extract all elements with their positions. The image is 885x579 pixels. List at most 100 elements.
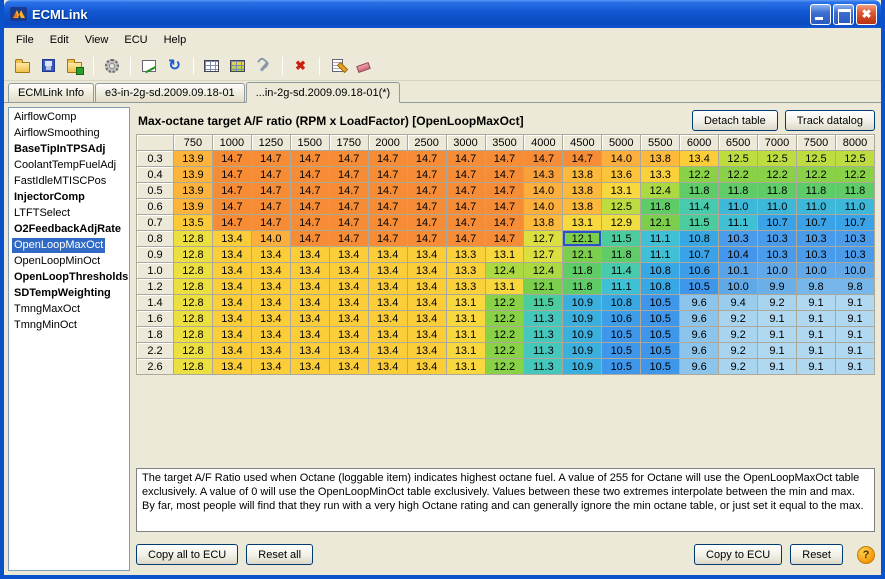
afr-cell[interactable]: 9.1 [835, 295, 874, 311]
afr-cell[interactable]: 13.1 [446, 343, 485, 359]
afr-cell[interactable]: 13.1 [446, 311, 485, 327]
afr-cell[interactable]: 11.8 [680, 183, 719, 199]
afr-cell[interactable]: 9.1 [835, 359, 874, 375]
afr-cell[interactable]: 9.8 [797, 279, 836, 295]
sidebar-item-coolanttempfueladj[interactable]: CoolantTempFuelAdj [9, 158, 129, 174]
row-header-0.6[interactable]: 0.6 [137, 199, 174, 215]
afr-cell[interactable]: 14.7 [485, 231, 524, 247]
afr-cell[interactable]: 12.2 [835, 167, 874, 183]
afr-cell[interactable]: 14.7 [251, 215, 290, 231]
afr-cell[interactable]: 13.8 [563, 167, 602, 183]
afr-cell[interactable]: 13.4 [212, 311, 251, 327]
afr-cell[interactable]: 11.8 [719, 183, 758, 199]
afr-cell[interactable]: 12.8 [174, 279, 213, 295]
sidebar-item-basetipintpsadj[interactable]: BaseTipInTPSAdj [9, 142, 129, 158]
afr-cell[interactable]: 14.0 [251, 231, 290, 247]
afr-cell[interactable]: 14.7 [485, 151, 524, 167]
afr-cell[interactable]: 13.4 [329, 247, 368, 263]
afr-cell[interactable]: 14.7 [251, 199, 290, 215]
afr-cell[interactable]: 14.7 [290, 151, 329, 167]
afr-cell[interactable]: 14.7 [407, 167, 446, 183]
maximize-button[interactable] [833, 4, 854, 25]
afr-cell[interactable]: 13.4 [329, 263, 368, 279]
afr-cell[interactable]: 10.5 [680, 279, 719, 295]
afr-cell[interactable]: 9.6 [680, 295, 719, 311]
sidebar-item-openloopmaxoct[interactable]: OpenLoopMaxOct [9, 238, 129, 254]
afr-cell[interactable]: 14.7 [368, 151, 407, 167]
col-header-4000[interactable]: 4000 [524, 135, 563, 151]
afr-cell[interactable]: 14.7 [446, 215, 485, 231]
afr-cell[interactable]: 13.4 [680, 151, 719, 167]
sidebar-item-injectorcomp[interactable]: InjectorComp [9, 190, 129, 206]
sidebar-item-o2feedbackadjrate[interactable]: O2FeedbackAdjRate [9, 222, 129, 238]
sidebar-item-sdtempweighting[interactable]: SDTempWeighting [9, 286, 129, 302]
afr-cell[interactable]: 10.5 [641, 295, 680, 311]
afr-cell[interactable]: 9.2 [719, 311, 758, 327]
menu-ecu[interactable]: ECU [116, 31, 155, 49]
afr-cell[interactable]: 13.4 [290, 247, 329, 263]
afr-cell[interactable]: 12.2 [485, 359, 524, 375]
afr-cell[interactable]: 11.5 [680, 215, 719, 231]
afr-cell[interactable]: 14.7 [368, 199, 407, 215]
afr-cell[interactable]: 10.5 [602, 327, 641, 343]
afr-cell[interactable]: 13.8 [563, 199, 602, 215]
afr-cell[interactable]: 14.7 [290, 167, 329, 183]
afr-cell[interactable]: 9.4 [719, 295, 758, 311]
afr-cell[interactable]: 12.9 [602, 215, 641, 231]
afr-cell[interactable]: 12.2 [485, 311, 524, 327]
afr-cell[interactable]: 12.5 [835, 151, 874, 167]
afr-cell[interactable]: 10.7 [680, 247, 719, 263]
afr-cell[interactable]: 14.7 [485, 199, 524, 215]
afr-cell[interactable]: 12.4 [524, 263, 563, 279]
afr-cell[interactable]: 10.8 [641, 263, 680, 279]
afr-cell[interactable]: 14.7 [329, 151, 368, 167]
minimize-button[interactable] [810, 4, 831, 25]
afr-cell[interactable]: 12.4 [485, 263, 524, 279]
afr-cell[interactable]: 13.8 [563, 183, 602, 199]
afr-cell[interactable]: 10.9 [563, 359, 602, 375]
afr-cell[interactable]: 11.5 [524, 295, 563, 311]
afr-cell[interactable]: 10.5 [641, 311, 680, 327]
afr-cell[interactable]: 9.6 [680, 343, 719, 359]
afr-cell[interactable]: 10.6 [602, 311, 641, 327]
afr-cell[interactable]: 10.3 [758, 231, 797, 247]
afr-cell[interactable]: 14.7 [329, 183, 368, 199]
afr-cell[interactable]: 12.2 [680, 167, 719, 183]
afr-cell[interactable]: 12.2 [758, 167, 797, 183]
afr-cell[interactable]: 14.7 [368, 167, 407, 183]
afr-cell[interactable]: 14.0 [524, 183, 563, 199]
detach-table-button[interactable]: Detach table [692, 110, 778, 131]
tab-e3-in-2g-sd-2009-09-18-01[interactable]: e3-in-2g-sd.2009.09.18-01 [95, 83, 245, 102]
afr-cell[interactable]: 10.7 [797, 215, 836, 231]
row-header-0.7[interactable]: 0.7 [137, 215, 174, 231]
settings-button[interactable] [99, 54, 124, 78]
datalog-notes-button[interactable] [325, 54, 350, 78]
col-header-2000[interactable]: 2000 [368, 135, 407, 151]
afr-cell[interactable]: 13.4 [251, 247, 290, 263]
afr-cell[interactable]: 13.4 [251, 327, 290, 343]
afr-cell[interactable]: 9.9 [758, 279, 797, 295]
afr-cell[interactable]: 11.4 [680, 199, 719, 215]
menu-view[interactable]: View [77, 31, 117, 49]
afr-cell[interactable]: 12.2 [797, 167, 836, 183]
afr-cell[interactable]: 9.2 [719, 359, 758, 375]
table-view-button[interactable] [199, 54, 224, 78]
afr-cell[interactable]: 13.4 [290, 359, 329, 375]
afr-cell[interactable]: 13.4 [329, 327, 368, 343]
row-header-1.4[interactable]: 1.4 [137, 295, 174, 311]
afr-cell[interactable]: 10.6 [680, 263, 719, 279]
afr-cell[interactable]: 13.4 [368, 327, 407, 343]
reset-button[interactable]: Reset [790, 544, 843, 565]
afr-cell[interactable]: 13.4 [407, 359, 446, 375]
afr-cell[interactable]: 14.7 [290, 231, 329, 247]
afr-cell[interactable]: 13.4 [212, 263, 251, 279]
afr-cell[interactable]: 12.5 [797, 151, 836, 167]
afr-cell[interactable]: 13.4 [368, 359, 407, 375]
afr-cell[interactable]: 10.8 [680, 231, 719, 247]
afr-cell[interactable]: 13.8 [641, 151, 680, 167]
afr-cell[interactable]: 11.8 [797, 183, 836, 199]
afr-cell[interactable]: 13.4 [407, 247, 446, 263]
afr-cell[interactable]: 9.1 [797, 359, 836, 375]
afr-cell[interactable]: 12.8 [174, 327, 213, 343]
afr-cell[interactable]: 14.7 [251, 183, 290, 199]
